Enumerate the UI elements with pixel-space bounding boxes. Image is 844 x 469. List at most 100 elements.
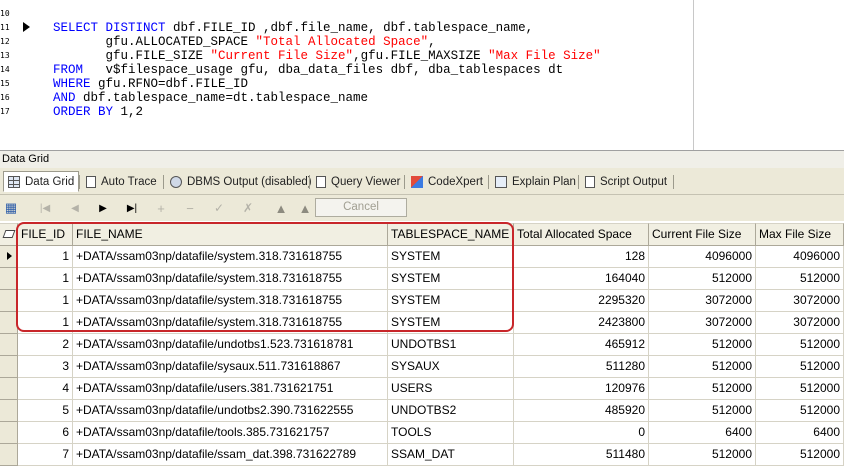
last-record-button[interactable]: ▶| [123, 200, 141, 216]
row-indicator[interactable] [0, 290, 18, 312]
column-header-file-name[interactable]: FILE_NAME [73, 223, 388, 246]
cell-max-file-size[interactable]: 512000 [756, 444, 844, 466]
cell-file-name[interactable]: +DATA/ssam03np/datafile/ssam_dat.398.731… [73, 444, 388, 466]
cell-current-file-size[interactable]: 512000 [649, 378, 756, 400]
row-indicator[interactable] [0, 378, 18, 400]
cell-current-file-size[interactable]: 4096000 [649, 246, 756, 268]
table-row[interactable]: 2 +DATA/ssam03np/datafile/undotbs1.523.73… [0, 334, 844, 356]
sql-code[interactable]: SELECT DISTINCT dbf.FILE_ID ,dbf.file_na… [53, 21, 601, 119]
cell-total-allocated-space[interactable]: 2423800 [514, 312, 649, 334]
row-indicator[interactable] [0, 444, 18, 466]
cell-tablespace-name[interactable]: TOOLS [388, 422, 514, 444]
tab-auto-trace[interactable]: Auto Trace [82, 171, 161, 192]
table-row[interactable]: 6 +DATA/ssam03np/datafile/tools.385.73162… [0, 422, 844, 444]
cell-tablespace-name[interactable]: SYSTEM [388, 246, 514, 268]
cell-current-file-size[interactable]: 6400 [649, 422, 756, 444]
cell-file-id[interactable]: 3 [18, 356, 73, 378]
cell-file-id[interactable]: 1 [18, 290, 73, 312]
cell-file-name[interactable]: +DATA/ssam03np/datafile/system.318.73161… [73, 290, 388, 312]
tab-dbms-output[interactable]: DBMS Output (disabled) [166, 171, 316, 192]
prior-record-button[interactable]: ◀ [66, 200, 84, 216]
cell-tablespace-name[interactable]: SYSTEM [388, 290, 514, 312]
cell-max-file-size[interactable]: 512000 [756, 334, 844, 356]
cell-file-id[interactable]: 1 [18, 268, 73, 290]
cell-total-allocated-space[interactable]: 128 [514, 246, 649, 268]
tab-explain-plan[interactable]: Explain Plan [491, 171, 580, 192]
cell-file-name[interactable]: +DATA/ssam03np/datafile/system.318.73161… [73, 312, 388, 334]
cell-file-id[interactable]: 4 [18, 378, 73, 400]
table-row[interactable]: 1 +DATA/ssam03np/datafile/system.318.7316… [0, 246, 844, 268]
row-indicator[interactable] [0, 268, 18, 290]
cell-tablespace-name[interactable]: SYSTEM [388, 268, 514, 290]
row-indicator[interactable] [0, 246, 18, 268]
table-row[interactable]: 3 +DATA/ssam03np/datafile/sysaux.511.7316… [0, 356, 844, 378]
cell-file-id[interactable]: 2 [18, 334, 73, 356]
column-header-file-id[interactable]: FILE_ID [18, 223, 73, 246]
table-row[interactable]: 1 +DATA/ssam03np/datafile/system.318.7316… [0, 290, 844, 312]
cell-file-id[interactable]: 1 [18, 246, 73, 268]
row-indicator[interactable] [0, 312, 18, 334]
cell-file-name[interactable]: +DATA/ssam03np/datafile/system.318.73161… [73, 246, 388, 268]
cell-current-file-size[interactable]: 512000 [649, 356, 756, 378]
cell-max-file-size[interactable]: 3072000 [756, 290, 844, 312]
cell-tablespace-name[interactable]: SSAM_DAT [388, 444, 514, 466]
cell-tablespace-name[interactable]: USERS [388, 378, 514, 400]
cell-file-name[interactable]: +DATA/ssam03np/datafile/tools.385.731621… [73, 422, 388, 444]
cell-file-name[interactable]: +DATA/ssam03np/datafile/undotbs2.390.731… [73, 400, 388, 422]
cell-current-file-size[interactable]: 512000 [649, 268, 756, 290]
column-header-total-allocated-space[interactable]: Total Allocated Space [514, 223, 649, 246]
sql-editor[interactable]: 10 11 12 13 14 15 16 17 SELECT DISTINCT … [0, 0, 844, 150]
cell-file-name[interactable]: +DATA/ssam03np/datafile/users.381.731621… [73, 378, 388, 400]
cell-max-file-size[interactable]: 6400 [756, 422, 844, 444]
tab-data-grid[interactable]: Data Grid [3, 171, 80, 192]
cell-file-name[interactable]: +DATA/ssam03np/datafile/sysaux.511.73161… [73, 356, 388, 378]
cell-file-name[interactable]: +DATA/ssam03np/datafile/system.318.73161… [73, 268, 388, 290]
cell-file-id[interactable]: 5 [18, 400, 73, 422]
row-indicator[interactable] [0, 400, 18, 422]
cell-tablespace-name[interactable]: UNDOTBS1 [388, 334, 514, 356]
cell-file-name[interactable]: +DATA/ssam03np/datafile/undotbs1.523.731… [73, 334, 388, 356]
tab-codexpert[interactable]: CodeXpert [407, 171, 487, 192]
first-record-button[interactable]: |◀ [36, 200, 54, 216]
cell-current-file-size[interactable]: 3072000 [649, 290, 756, 312]
results-data-grid[interactable]: FILE_ID FILE_NAME TABLESPACE_NAME Total … [0, 223, 844, 469]
commit-button[interactable]: ▲ [272, 200, 290, 216]
tab-script-output[interactable]: Script Output [581, 171, 671, 192]
cell-max-file-size[interactable]: 3072000 [756, 312, 844, 334]
table-row[interactable]: 5 +DATA/ssam03np/datafile/undotbs2.390.73… [0, 400, 844, 422]
cell-max-file-size[interactable]: 512000 [756, 378, 844, 400]
cell-total-allocated-space[interactable]: 485920 [514, 400, 649, 422]
row-indicator[interactable] [0, 334, 18, 356]
table-row[interactable]: 4 +DATA/ssam03np/datafile/users.381.73162… [0, 378, 844, 400]
cell-file-id[interactable]: 6 [18, 422, 73, 444]
cell-current-file-size[interactable]: 512000 [649, 444, 756, 466]
cell-max-file-size[interactable]: 512000 [756, 400, 844, 422]
table-row[interactable]: 1 +DATA/ssam03np/datafile/system.318.7316… [0, 312, 844, 334]
column-header-current-file-size[interactable]: Current File Size [649, 223, 756, 246]
next-record-button[interactable]: ▶ [94, 200, 112, 216]
post-edit-button[interactable]: ✓ [210, 200, 228, 216]
grid-options-button[interactable]: ▦ [2, 200, 20, 216]
row-indicator[interactable] [0, 422, 18, 444]
cell-total-allocated-space[interactable]: 511280 [514, 356, 649, 378]
cell-current-file-size[interactable]: 512000 [649, 400, 756, 422]
cell-max-file-size[interactable]: 4096000 [756, 246, 844, 268]
cancel-query-button[interactable]: Cancel [315, 198, 407, 217]
cell-max-file-size[interactable]: 512000 [756, 356, 844, 378]
column-header-tablespace-name[interactable]: TABLESPACE_NAME [388, 223, 514, 246]
cell-total-allocated-space[interactable]: 120976 [514, 378, 649, 400]
cell-total-allocated-space[interactable]: 164040 [514, 268, 649, 290]
insert-record-button[interactable]: + [152, 200, 170, 216]
delete-record-button[interactable]: − [181, 200, 199, 216]
grid-corner[interactable] [0, 223, 18, 246]
cell-tablespace-name[interactable]: SYSTEM [388, 312, 514, 334]
cell-current-file-size[interactable]: 512000 [649, 334, 756, 356]
tab-query-viewer[interactable]: Query Viewer [312, 171, 404, 192]
table-row[interactable]: 7 +DATA/ssam03np/datafile/ssam_dat.398.73… [0, 444, 844, 466]
table-row[interactable]: 1 +DATA/ssam03np/datafile/system.318.7316… [0, 268, 844, 290]
row-indicator[interactable] [0, 356, 18, 378]
column-header-max-file-size[interactable]: Max File Size [756, 223, 844, 246]
cell-tablespace-name[interactable]: UNDOTBS2 [388, 400, 514, 422]
cell-current-file-size[interactable]: 3072000 [649, 312, 756, 334]
cell-total-allocated-space[interactable]: 511480 [514, 444, 649, 466]
